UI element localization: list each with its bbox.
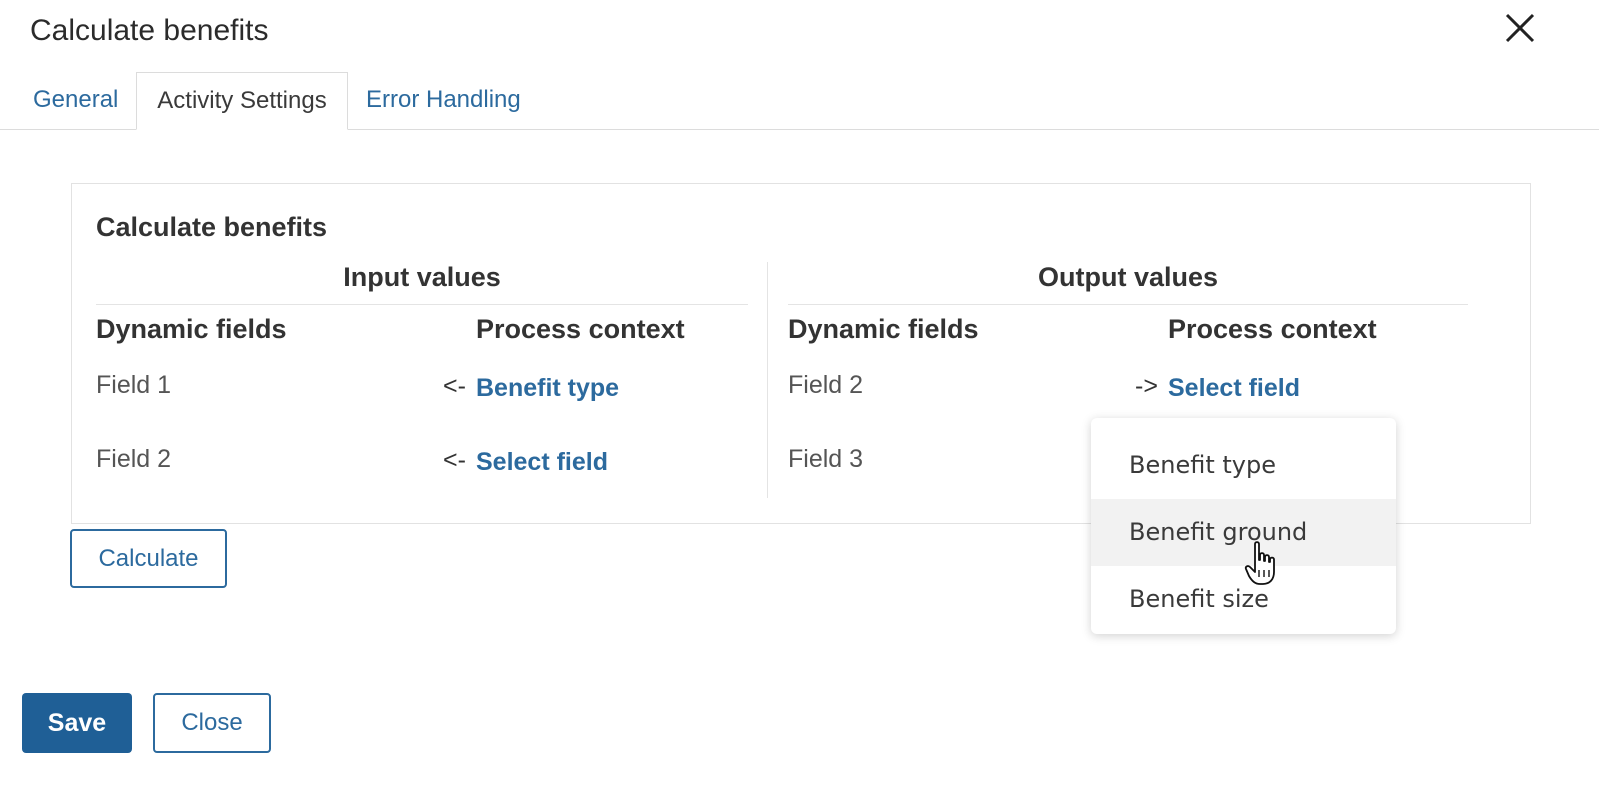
tab-error-handling[interactable]: Error Handling — [366, 72, 521, 130]
input-select-field-link[interactable]: Select field — [476, 448, 608, 477]
input-context-link[interactable]: Benefit type — [476, 374, 619, 403]
calculate-button[interactable]: Calculate — [70, 529, 227, 588]
output-process-context-header: Process context — [1168, 314, 1377, 344]
save-button[interactable]: Save — [22, 693, 132, 753]
tab-general[interactable]: General — [33, 72, 118, 130]
input-field-name: Field 1 — [96, 371, 172, 399]
output-values-heading: Output values — [1037, 262, 1219, 292]
tab-bar: General Activity Settings Error Handling — [0, 72, 1599, 130]
output-dynamic-fields-header: Dynamic fields — [788, 314, 979, 344]
dropdown-option-benefit-type[interactable]: Benefit type — [1091, 432, 1396, 499]
output-select-field-link[interactable]: Select field — [1168, 374, 1300, 403]
close-button[interactable]: Close — [153, 693, 271, 753]
divider — [767, 262, 768, 498]
select-field-dropdown: Benefit type Benefit ground Benefit size — [1091, 418, 1396, 634]
tab-activity-settings[interactable]: Activity Settings — [136, 72, 348, 130]
input-process-context-header: Process context — [476, 314, 685, 344]
input-dynamic-fields-header: Dynamic fields — [96, 314, 287, 344]
input-arrow: <- — [443, 446, 466, 474]
output-field-name: Field 3 — [788, 445, 864, 473]
close-icon[interactable] — [1500, 8, 1540, 48]
input-values-heading: Input values — [343, 262, 501, 292]
divider — [96, 304, 748, 305]
output-field-name: Field 2 — [788, 371, 864, 399]
panel-title: Calculate benefits — [96, 212, 328, 242]
input-arrow: <- — [443, 372, 466, 400]
input-field-name: Field 2 — [96, 445, 172, 473]
dialog-title: Calculate benefits — [30, 14, 269, 47]
hand-cursor-icon — [1244, 540, 1284, 588]
divider — [788, 304, 1468, 305]
output-arrow: -> — [1135, 372, 1158, 400]
